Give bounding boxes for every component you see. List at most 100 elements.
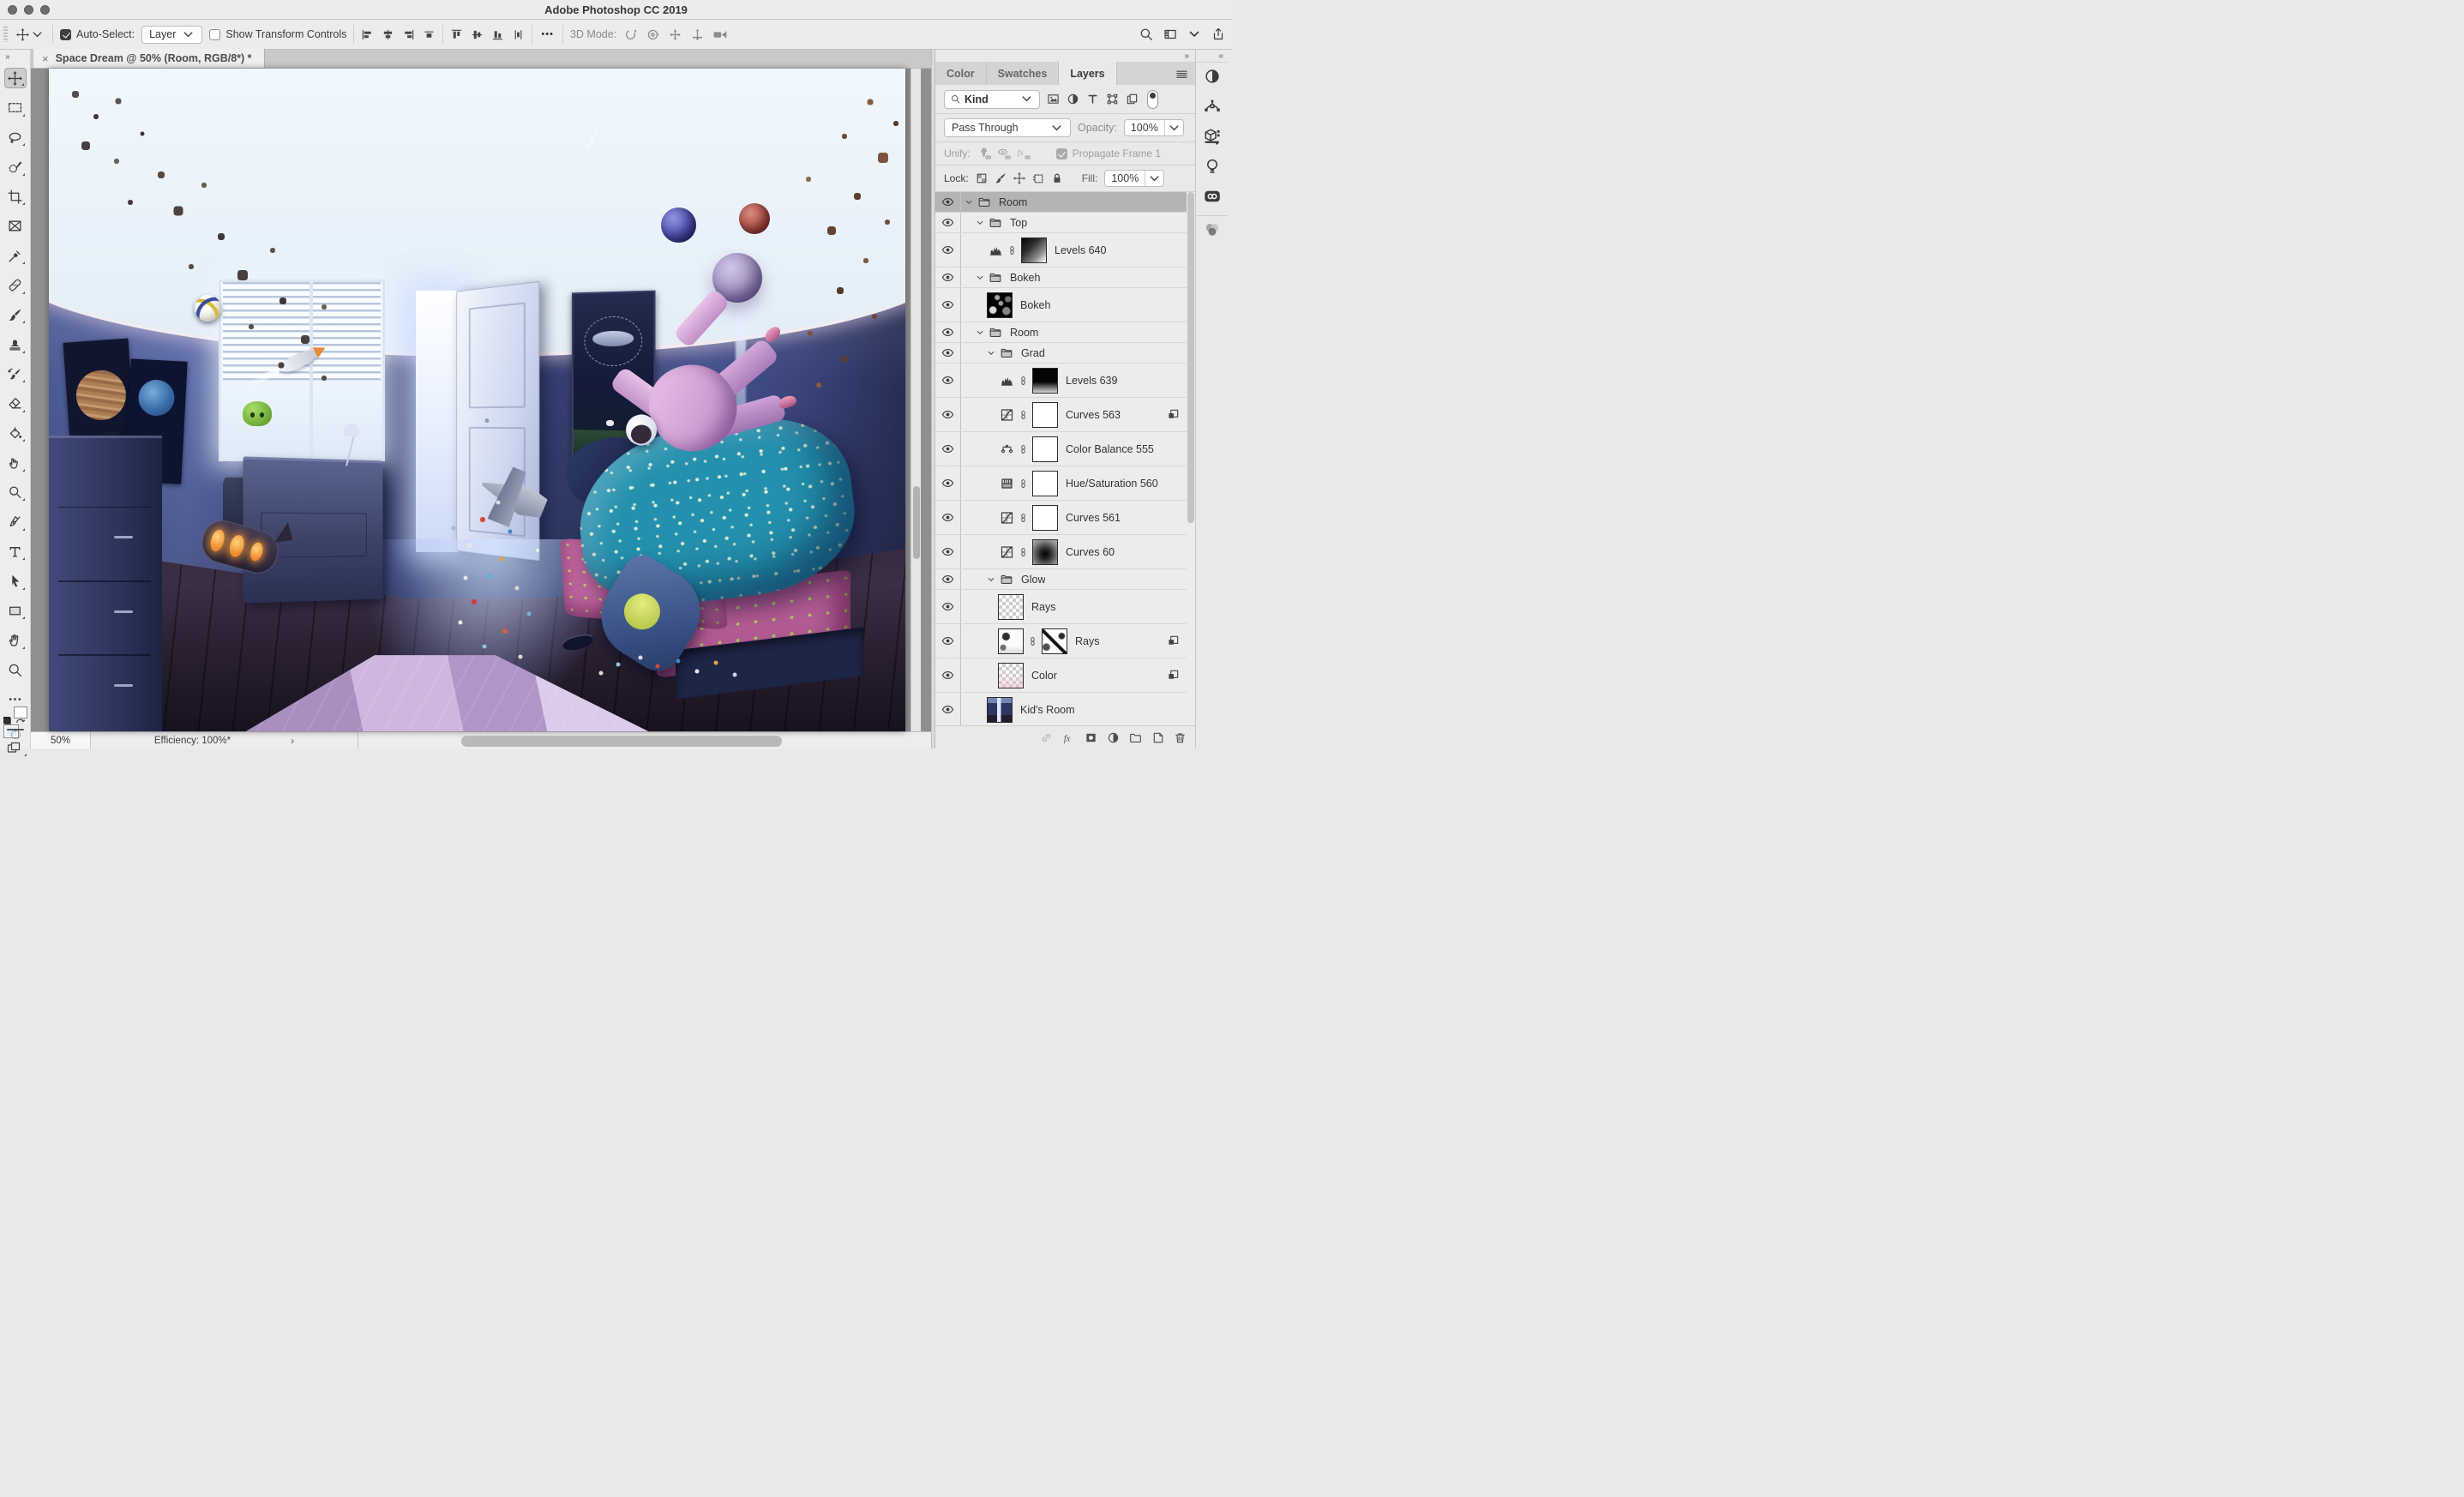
canvas-horizontal-scrollbar[interactable] bbox=[358, 732, 931, 748]
visibility-eye-icon[interactable] bbox=[935, 364, 961, 397]
tool-rect[interactable] bbox=[4, 600, 27, 621]
filter-smart-icon[interactable] bbox=[1126, 93, 1139, 105]
filter-adjust-icon[interactable] bbox=[1067, 93, 1079, 105]
vertical-scroll-thumb[interactable] bbox=[913, 486, 920, 559]
layer-name[interactable]: Room bbox=[995, 196, 1027, 208]
lock-all-icon[interactable] bbox=[1051, 172, 1063, 184]
checkbox-checked[interactable] bbox=[60, 29, 71, 40]
tool-bucket[interactable] bbox=[4, 423, 27, 443]
document-tab[interactable]: × Space Dream @ 50% (Room, RGB/8*) * bbox=[33, 49, 265, 68]
filter-adjust-icon[interactable] bbox=[1204, 68, 1221, 85]
minimize-window-button[interactable] bbox=[24, 5, 33, 15]
background-color-swatch[interactable] bbox=[14, 706, 27, 718]
mask-icon[interactable] bbox=[1085, 731, 1097, 744]
layer-row-color[interactable]: Color bbox=[935, 658, 1187, 693]
close-tab-icon[interactable]: × bbox=[42, 52, 49, 65]
visibility-eye-icon[interactable] bbox=[935, 288, 961, 322]
tool-eyedropper[interactable] bbox=[4, 245, 27, 266]
filter-type-icon[interactable] bbox=[1086, 93, 1099, 105]
visibility-eye-icon[interactable] bbox=[935, 693, 961, 725]
visibility-eye-icon[interactable] bbox=[935, 569, 961, 589]
expand-toolbar-button[interactable]: » bbox=[0, 51, 9, 62]
panel-menu-icon[interactable] bbox=[1175, 68, 1188, 81]
distribute-v-icon[interactable] bbox=[512, 28, 525, 41]
layer-row-bokeh[interactable]: Bokeh bbox=[935, 268, 1187, 288]
visibility-eye-icon[interactable] bbox=[935, 233, 961, 267]
visibility-eye-icon[interactable] bbox=[935, 268, 961, 287]
lock-transparent-icon[interactable] bbox=[976, 172, 988, 184]
layer-mask-thumbnail[interactable] bbox=[1032, 402, 1058, 428]
layer-thumbnail[interactable] bbox=[998, 663, 1024, 688]
window-controls[interactable] bbox=[8, 5, 50, 15]
layer-name[interactable]: Curves 60 bbox=[1062, 546, 1115, 558]
layer-name[interactable]: Curves 563 bbox=[1062, 409, 1121, 421]
visibility-eye-icon[interactable] bbox=[935, 192, 961, 212]
expand-chevron-icon[interactable] bbox=[976, 328, 984, 337]
canvas-image[interactable] bbox=[49, 69, 905, 731]
search-icon[interactable] bbox=[1139, 27, 1153, 41]
adjust-icon[interactable] bbox=[1107, 731, 1120, 744]
screen-mode-button[interactable] bbox=[6, 741, 25, 755]
expand-panels-button[interactable]: « bbox=[1218, 51, 1223, 61]
visibility-eye-icon[interactable] bbox=[935, 322, 961, 342]
chain-icon[interactable] bbox=[1040, 731, 1053, 744]
tool-marquee[interactable] bbox=[4, 98, 27, 118]
layer-name[interactable]: Bokeh bbox=[1007, 272, 1040, 284]
panel-tab-color[interactable]: Color bbox=[935, 62, 987, 85]
tool-dodge[interactable] bbox=[4, 482, 27, 502]
visibility-eye-icon[interactable] bbox=[935, 432, 961, 466]
layer-row-bokeh[interactable]: Bokeh bbox=[935, 288, 1187, 322]
expand-chevron-icon[interactable] bbox=[987, 349, 995, 358]
layer-list-scrollbar[interactable] bbox=[1187, 192, 1194, 523]
layer-mask-thumbnail[interactable] bbox=[1032, 368, 1058, 394]
close-window-button[interactable] bbox=[8, 5, 17, 15]
tool-pathselect[interactable] bbox=[4, 571, 27, 592]
quick-mask-button[interactable] bbox=[7, 729, 24, 730]
layer-name[interactable]: Bokeh bbox=[1017, 299, 1050, 311]
visibility-eye-icon[interactable] bbox=[935, 501, 961, 534]
panel-tab-swatches[interactable]: Swatches bbox=[987, 62, 1060, 85]
visibility-eye-icon[interactable] bbox=[935, 658, 961, 692]
layer-mask-thumbnail[interactable] bbox=[1032, 505, 1058, 531]
collapse-dock-button[interactable]: » bbox=[1184, 51, 1188, 61]
layer-row-top[interactable]: Top bbox=[935, 213, 1187, 233]
layer-row-curves-563[interactable]: Curves 563 bbox=[935, 398, 1187, 432]
filter-shape-icon[interactable] bbox=[1106, 93, 1119, 105]
mask-link-icon[interactable] bbox=[1019, 408, 1028, 422]
mask-link-icon[interactable] bbox=[1019, 442, 1028, 456]
share-icon[interactable] bbox=[1211, 27, 1225, 41]
visibility-eye-icon[interactable] bbox=[935, 535, 961, 568]
expand-chevron-icon[interactable] bbox=[987, 575, 995, 584]
canvas-vertical-scrollbar[interactable] bbox=[910, 69, 921, 731]
align-center-v-icon[interactable] bbox=[471, 28, 484, 41]
show-transform-checkbox[interactable]: Show Transform Controls bbox=[209, 28, 346, 40]
bulb-icon[interactable] bbox=[1204, 158, 1221, 175]
layer-name[interactable]: Grad bbox=[1018, 347, 1045, 359]
channels-icon[interactable] bbox=[1204, 221, 1221, 238]
more-options-button[interactable]: ••• bbox=[539, 29, 556, 39]
tool-frame[interactable] bbox=[4, 216, 27, 237]
lock-move-icon[interactable] bbox=[1013, 172, 1025, 184]
unify-fx-icon[interactable] bbox=[1017, 147, 1031, 160]
mask-link-icon[interactable] bbox=[1007, 243, 1017, 257]
default-colors-icon[interactable] bbox=[3, 717, 11, 724]
layer-row-hue-saturation-560[interactable]: Hue/Saturation 560 bbox=[935, 466, 1187, 501]
3d-slide-icon[interactable] bbox=[690, 27, 705, 42]
fill-field[interactable]: 100% bbox=[1104, 170, 1164, 187]
layer-row-levels-639[interactable]: Levels 639 bbox=[935, 364, 1187, 398]
layer-row-curves-60[interactable]: Curves 60 bbox=[935, 535, 1187, 569]
layer-mask-thumbnail[interactable] bbox=[1032, 436, 1058, 462]
cc-icon[interactable] bbox=[1204, 188, 1221, 205]
layer-row-grad[interactable]: Grad bbox=[935, 343, 1187, 364]
tool-smudge[interactable] bbox=[4, 453, 27, 473]
zoom-level-field[interactable]: 50% bbox=[31, 732, 91, 748]
align-left-icon[interactable] bbox=[361, 28, 374, 41]
mask-link-icon[interactable] bbox=[1019, 374, 1028, 388]
layer-name[interactable]: Hue/Saturation 560 bbox=[1062, 478, 1158, 490]
auto-select-target-dropdown[interactable]: Layer bbox=[141, 26, 202, 44]
layer-row-rays[interactable]: Rays bbox=[935, 590, 1187, 624]
tool-zoom[interactable] bbox=[4, 659, 27, 680]
chevron-down-icon[interactable] bbox=[1187, 27, 1201, 41]
mask-link-icon[interactable] bbox=[1028, 634, 1037, 648]
visibility-eye-icon[interactable] bbox=[935, 213, 961, 232]
